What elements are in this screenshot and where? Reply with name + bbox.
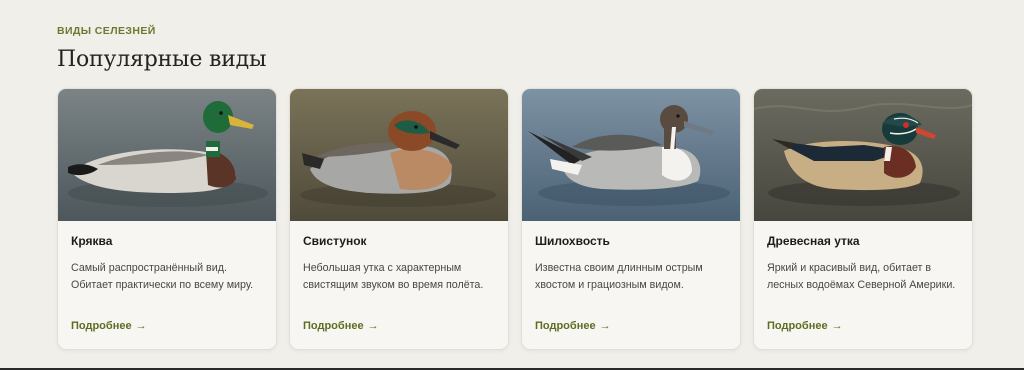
pintail-drake-photo (522, 89, 740, 221)
read-more-label: Подробнее (767, 320, 828, 332)
popular-species-section: ВИДЫ СЕЛЕЗНЕЙ Популярные виды Кряква Сам… (57, 25, 973, 350)
read-more-label: Подробнее (303, 320, 364, 332)
section-eyebrow: ВИДЫ СЕЛЕЗНЕЙ (57, 25, 156, 37)
section-title: Популярные виды (57, 47, 267, 72)
read-more-link[interactable]: Подробнее → (303, 320, 379, 332)
card-description: Известна своим длинным острым хвостом и … (535, 262, 703, 291)
read-more-label: Подробнее (71, 320, 132, 332)
arrow-right-icon: → (599, 320, 611, 332)
card-title: Кряква (71, 234, 113, 248)
read-more-link[interactable]: Подробнее → (71, 320, 147, 332)
arrow-right-icon: → (831, 320, 843, 332)
species-card-mallard[interactable]: Кряква Самый распространённый вид. Обита… (57, 88, 277, 350)
species-card-list: Кряква Самый распространённый вид. Обита… (57, 88, 973, 350)
wood-duck-drake-photo (754, 89, 972, 221)
species-card-wood-duck[interactable]: Древесная утка Яркий и красивый вид, оби… (753, 88, 973, 350)
card-title: Шилохвость (535, 234, 610, 248)
read-more-link[interactable]: Подробнее → (767, 320, 843, 332)
mallard-drake-photo (58, 89, 276, 221)
card-title: Древесная утка (767, 234, 860, 248)
read-more-label: Подробнее (535, 320, 596, 332)
teal-drake-photo (290, 89, 508, 221)
card-description: Яркий и красивый вид, обитает в лесных в… (767, 262, 956, 291)
species-card-pintail[interactable]: Шилохвость Известна своим длинным острым… (521, 88, 741, 350)
card-description: Небольшая утка с характерным свистящим з… (303, 262, 484, 291)
card-description: Самый распространённый вид. Обитает прак… (71, 262, 254, 291)
card-title: Свистунок (303, 234, 367, 248)
arrow-right-icon: → (135, 320, 147, 332)
read-more-link[interactable]: Подробнее → (535, 320, 611, 332)
species-card-teal[interactable]: Свистунок Небольшая утка с характерным с… (289, 88, 509, 350)
arrow-right-icon: → (367, 320, 379, 332)
